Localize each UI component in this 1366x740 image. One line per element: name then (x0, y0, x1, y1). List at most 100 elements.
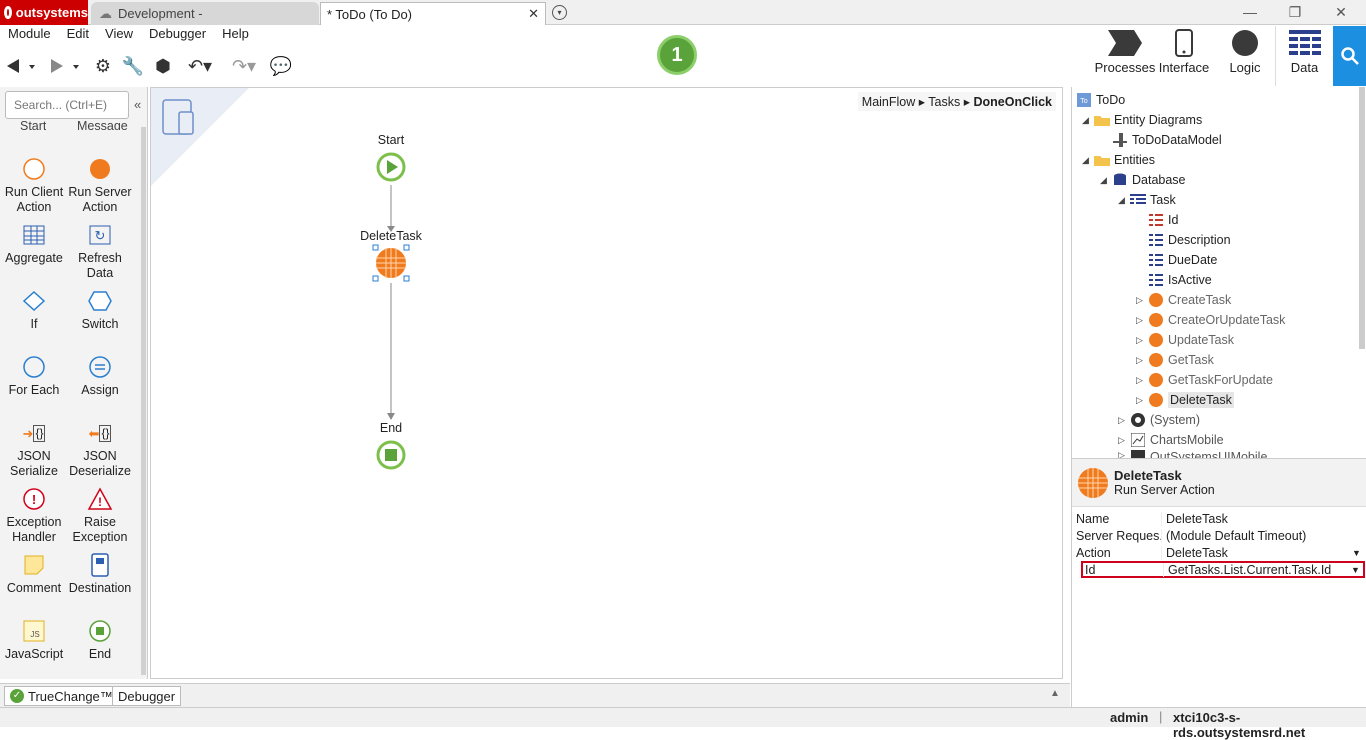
tab-todo[interactable]: * ToDo (To Do) ✕ (320, 2, 546, 25)
expand-panel-icon[interactable]: ▲ (1050, 688, 1060, 699)
property-value-timeout[interactable]: (Module Default Timeout) (1161, 528, 1366, 543)
tool-destination[interactable]: Destination (67, 549, 133, 596)
tree-node-todo[interactable]: To ToDo (1076, 90, 1125, 110)
tab-processes[interactable]: Processes (1094, 26, 1156, 86)
tree-node-deletetask[interactable]: ▷ DeleteTask (1136, 390, 1234, 410)
forward-button[interactable] (44, 51, 88, 81)
collapse-arrow-icon[interactable]: ◢ (1082, 115, 1094, 126)
menu-module[interactable]: Module (0, 26, 59, 44)
expand-arrow-icon[interactable]: ▷ (1136, 375, 1148, 386)
publish-button[interactable]: 🔧 (118, 51, 148, 81)
tab-interface[interactable]: Interface (1153, 26, 1215, 86)
tree-scrollbar[interactable] (1359, 87, 1365, 349)
tree-node-attribute-description[interactable]: Description (1148, 230, 1231, 250)
collapse-arrow-icon[interactable]: ◢ (1082, 155, 1094, 166)
tree-node-createorupdatetask[interactable]: ▷ CreateOrUpdateTask (1136, 310, 1285, 330)
tool-javascript[interactable]: JS JavaScript (1, 615, 67, 662)
tool-json-serialize[interactable]: ➜{} JSON Serialize (1, 417, 67, 479)
tool-run-server-action[interactable]: Run Server Action (67, 153, 133, 215)
json-serialize-icon: ➜{} (22, 424, 46, 442)
menu-edit[interactable]: Edit (59, 26, 97, 44)
tab-overflow-icon[interactable]: ▾ (552, 5, 567, 20)
expand-arrow-icon[interactable]: ▷ (1118, 415, 1130, 426)
tool-comment[interactable]: Comment (1, 549, 67, 596)
tool-refresh-data[interactable]: ↻ Refresh Data (67, 219, 133, 281)
collapse-arrow-icon[interactable]: ◢ (1118, 195, 1130, 206)
tab-truechange[interactable]: ✓ TrueChange™ (4, 686, 119, 706)
minimize-button[interactable]: — (1240, 4, 1260, 20)
expand-arrow-icon[interactable]: ▷ (1136, 335, 1148, 346)
tree-node-gettask[interactable]: ▷ GetTask (1136, 350, 1214, 370)
tree-node-entities[interactable]: ◢ Entities (1082, 150, 1155, 170)
toolbox-search-input[interactable]: Search... (Ctrl+E) (5, 91, 129, 119)
expand-arrow-icon[interactable]: ▷ (1136, 295, 1148, 306)
menu-debugger[interactable]: Debugger (141, 26, 214, 44)
property-row-action[interactable]: Action DeleteTask ▼ (1074, 544, 1366, 561)
tree-node-outsystemsuimobile[interactable]: ▷ OutSystemsUIMobile (1118, 450, 1267, 458)
tool-json-deserialize[interactable]: ⬅{} JSON Deserialize (67, 417, 133, 479)
property-row-id[interactable]: Id GetTasks.List.Current.Task.Id ▼ (1081, 561, 1365, 578)
tool-switch[interactable]: Switch (67, 285, 133, 332)
tree-node-updatetask[interactable]: ▷ UpdateTask (1136, 330, 1234, 350)
flow-canvas[interactable]: MainFlow ▸ Tasks ▸ DoneOnClick Start Del… (150, 87, 1063, 679)
property-row-server-request-timeout[interactable]: Server Reques... (Module Default Timeout) (1074, 527, 1366, 544)
breadcrumb-tasks[interactable]: Tasks (928, 95, 960, 109)
property-value-id[interactable]: GetTasks.List.Current.Task.Id (1163, 562, 1351, 577)
device-preview-corner[interactable] (151, 88, 249, 186)
menu-help[interactable]: Help (214, 26, 257, 44)
settings-button[interactable]: ⚙ (88, 51, 118, 81)
tree-node-attribute-id[interactable]: Id (1148, 210, 1178, 230)
dropdown-arrow-icon[interactable]: ▼ (1351, 565, 1363, 575)
tool-exception-handler[interactable]: ! Exception Handler (1, 483, 67, 545)
tree-node-chartsmobile[interactable]: ▷ ChartsMobile (1118, 430, 1224, 450)
breadcrumb-mainflow[interactable]: MainFlow (862, 95, 916, 109)
publish-status-badge[interactable]: 1 (657, 35, 697, 75)
expand-arrow-icon[interactable]: ▷ (1136, 355, 1148, 366)
search-button[interactable] (1333, 26, 1366, 86)
restore-button[interactable]: ❐ (1285, 4, 1305, 21)
tab-debugger[interactable]: Debugger (112, 686, 182, 706)
tool-for-each[interactable]: For Each (1, 351, 67, 398)
redo-button[interactable]: ↷▾ (222, 51, 266, 81)
tab-development[interactable]: ☁ Development - (91, 2, 319, 25)
tool-aggregate[interactable]: Aggregate (1, 219, 67, 266)
end-node-icon[interactable] (376, 440, 406, 470)
tool-assign[interactable]: Assign (67, 351, 133, 398)
tool-raise-exception[interactable]: ! Raise Exception (67, 483, 133, 545)
property-value-action[interactable]: DeleteTask (1161, 545, 1352, 560)
expand-arrow-icon[interactable]: ▷ (1136, 315, 1148, 326)
collapse-toolbox-icon[interactable]: « (134, 97, 141, 112)
tree-node-database[interactable]: ◢ Database (1100, 170, 1186, 190)
tool-end[interactable]: End (67, 615, 133, 662)
tree-node-createtask[interactable]: ▷ CreateTask (1136, 290, 1231, 310)
tree-node-gettaskforupdate[interactable]: ▷ GetTaskForUpdate (1136, 370, 1273, 390)
tool-run-client-action[interactable]: Run Client Action (1, 153, 67, 215)
expand-arrow-icon[interactable]: ▷ (1118, 435, 1130, 446)
undo-button[interactable]: ↶▾ (178, 51, 222, 81)
tab-data[interactable]: Data (1275, 26, 1333, 86)
property-row-name[interactable]: Name DeleteTask (1074, 510, 1366, 527)
toolbox-scrollbar[interactable] (141, 127, 146, 675)
expand-arrow-icon[interactable]: ▷ (1118, 450, 1130, 458)
back-button[interactable] (0, 51, 44, 81)
menu-view[interactable]: View (97, 26, 141, 44)
tree-node-attribute-isactive[interactable]: IsActive (1148, 270, 1212, 290)
tree-node-entity-diagrams[interactable]: ◢ Entity Diagrams (1082, 110, 1202, 130)
tree-node-attribute-duedate[interactable]: DueDate (1148, 250, 1217, 270)
tree-node-todo-data-model[interactable]: ToDoDataModel (1112, 130, 1222, 150)
dropdown-arrow-icon[interactable]: ▼ (1352, 548, 1366, 558)
close-window-button[interactable]: ✕ (1331, 4, 1351, 21)
comment-button[interactable]: 💬 (266, 51, 296, 81)
tree-node-task[interactable]: ◢ Task (1118, 190, 1176, 210)
tree-node-system[interactable]: ▷ (System) (1118, 410, 1200, 430)
tool-if[interactable]: If (1, 285, 67, 332)
close-tab-icon[interactable]: ✕ (528, 6, 539, 22)
tab-logic[interactable]: Logic (1214, 26, 1276, 86)
property-value-name[interactable]: DeleteTask (1161, 511, 1366, 526)
start-node-icon[interactable] (376, 152, 406, 182)
collapse-arrow-icon[interactable]: ◢ (1100, 175, 1112, 186)
outsystems-logo-tab[interactable]: outsystems (0, 0, 88, 25)
dependencies-button[interactable]: ⬢ (148, 51, 178, 81)
expand-arrow-icon[interactable]: ▷ (1136, 395, 1148, 406)
deletetask-node-icon[interactable] (371, 243, 411, 283)
